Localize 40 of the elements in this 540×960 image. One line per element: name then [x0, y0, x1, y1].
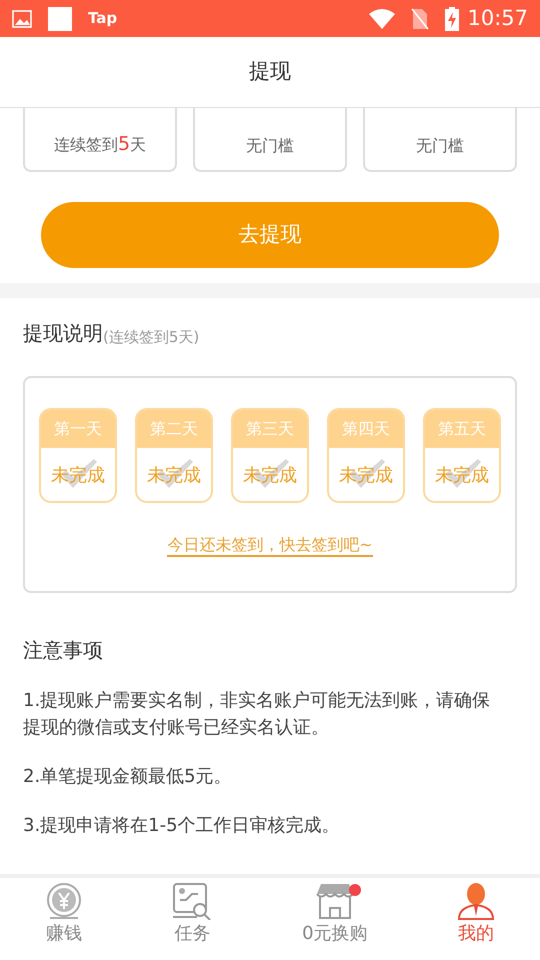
page-title: 提现: [249, 58, 291, 86]
nav-tab[interactable]: 任务: [172, 878, 212, 947]
note-text: 3.提现申请将在1-5个工作日审核完成。: [23, 814, 341, 838]
wifi-icon: [369, 8, 396, 28]
notes-title: 注意事项: [23, 637, 104, 664]
day-label: 第三天: [233, 410, 307, 448]
day-status: 未完成: [435, 464, 489, 488]
option-card[interactable]: 无门槛: [363, 108, 517, 172]
day-status: 未完成: [339, 464, 393, 488]
clock: 10:57: [467, 4, 528, 32]
checkin-link[interactable]: 今日还未签到，快去签到吧~: [167, 535, 373, 557]
withdraw-button[interactable]: 去提现: [41, 202, 499, 268]
nav-tab[interactable]: 0元换购: [302, 878, 368, 947]
user-icon: [457, 882, 496, 920]
note-text: 2.单笔提现金额最低5元。: [23, 765, 233, 789]
day-label: 第一天: [41, 410, 115, 448]
chart-search-icon: [172, 882, 212, 920]
day-label: 第二天: [137, 410, 211, 448]
nav-tab[interactable]: 赚钱: [44, 878, 83, 947]
day-status: 未完成: [51, 464, 105, 488]
day-status: 未完成: [243, 464, 297, 488]
yen-coin-icon: [44, 882, 83, 920]
image-icon: [12, 10, 32, 28]
day-status: 未完成: [147, 464, 201, 488]
battery-icon: [445, 6, 460, 30]
nav-tab[interactable]: 我的: [457, 878, 496, 947]
square-icon: [48, 6, 72, 30]
section-title: 提现说明: [23, 320, 103, 347]
option-label: 无门槛: [246, 135, 294, 157]
shop-icon: [314, 882, 355, 920]
option-card[interactable]: 连续签到5天: [23, 108, 177, 172]
option-label: 无门槛: [416, 135, 464, 157]
section-subtitle: (连续签到5天): [103, 326, 200, 348]
option-card[interactable]: 无门槛: [193, 108, 347, 172]
option-label: 连续签到5天: [54, 132, 146, 156]
day-label: 第五天: [425, 410, 499, 448]
day-label: 第四天: [329, 410, 403, 448]
note-text: 1.提现账户需要实名制，非实名账户可能无法到账，请确保提现的微信或支付账号已经实名认证。: [23, 689, 492, 740]
no-sim-icon: [411, 8, 430, 30]
app-label: Tap: [88, 8, 118, 30]
